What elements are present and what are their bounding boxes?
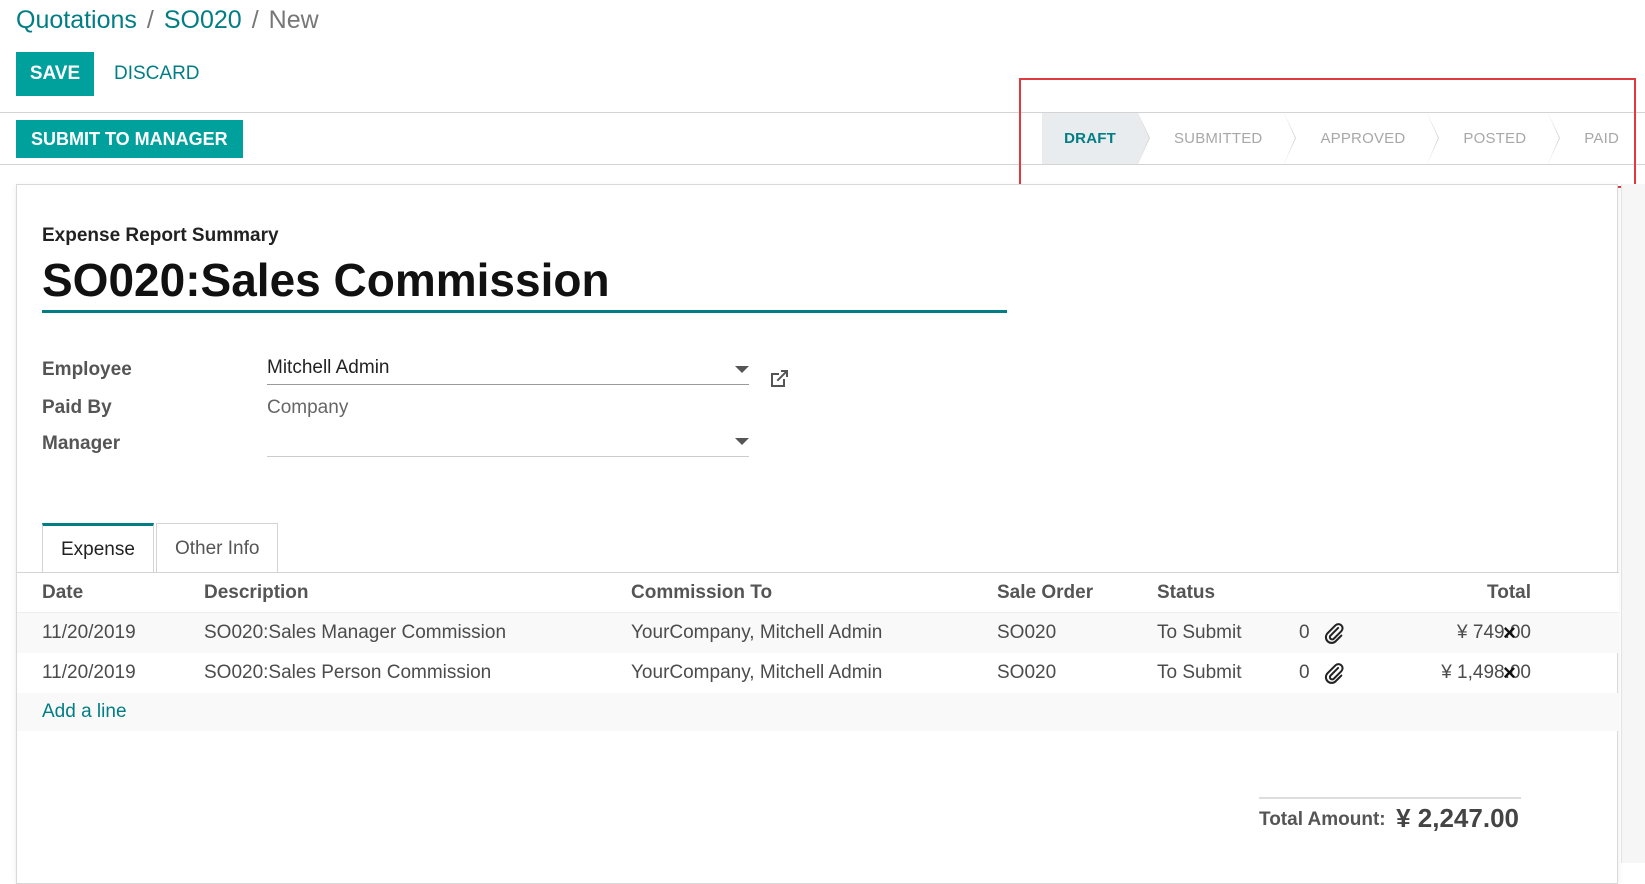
stage-draft[interactable]: DRAFT — [1042, 113, 1150, 164]
table-header: Date Description Commission To Sale Orde… — [17, 573, 1619, 613]
employee-value: Mitchell Admin — [267, 357, 390, 378]
row-status: To Submit — [1157, 622, 1242, 643]
submit-to-manager-button[interactable]: SUBMIT TO MANAGER — [16, 120, 243, 158]
total-amount-value: ¥ 2,247.00 — [1396, 803, 1519, 833]
breadcrumb-current: New — [268, 6, 319, 34]
external-link-icon[interactable] — [767, 367, 791, 391]
column-header-description[interactable]: Description — [204, 573, 309, 613]
employee-label: Employee — [42, 359, 132, 380]
column-header-total[interactable]: Total — [1487, 573, 1531, 613]
column-header-date[interactable]: Date — [42, 573, 83, 613]
stage-label: APPROVED — [1320, 130, 1406, 147]
row-sale-order: SO020 — [997, 662, 1057, 683]
row-description: SO020:Sales Person Commission — [204, 662, 492, 683]
stage-pipeline: DRAFT SUBMITTED APPROVED POSTED PAID — [1042, 113, 1645, 164]
row-commission-to: YourCompany, Mitchell Admin — [631, 622, 883, 643]
add-line-link[interactable]: Add a line — [42, 693, 127, 731]
totals-divider — [1259, 797, 1521, 799]
discard-button[interactable]: DISCARD — [104, 52, 210, 96]
paid-by-value: Company — [267, 397, 349, 418]
notebook-tabs: Expense Other Info — [42, 523, 280, 573]
stage-label: SUBMITTED — [1173, 130, 1263, 147]
delete-row-icon[interactable]: × — [1503, 613, 1516, 653]
total-amount-label: Total Amount: — [1259, 809, 1386, 830]
stage-approved[interactable]: APPROVED — [1284, 113, 1440, 164]
row-description: SO020:Sales Manager Commission — [204, 622, 507, 643]
column-header-status[interactable]: Status — [1157, 573, 1215, 613]
save-button[interactable]: SAVE — [16, 52, 94, 96]
report-title-input[interactable]: SO020:Sales Commission — [42, 251, 1007, 313]
form-sheet: Expense Report Summary SO020:Sales Commi… — [16, 184, 1619, 884]
breadcrumb-quotations[interactable]: Quotations — [16, 6, 137, 34]
row-status: To Submit — [1157, 662, 1242, 683]
delete-row-icon[interactable]: × — [1503, 653, 1516, 693]
paperclip-icon[interactable] — [1323, 622, 1345, 644]
status-bar: SUBMIT TO MANAGER DRAFT SUBMITTED APPROV… — [0, 112, 1645, 165]
breadcrumb-separator: / — [146, 6, 154, 34]
tab-expense[interactable]: Expense — [42, 523, 154, 573]
row-commission-to: YourCompany, Mitchell Admin — [631, 662, 883, 683]
expense-lines-table: Date Description Commission To Sale Orde… — [17, 573, 1619, 731]
breadcrumb-separator: / — [251, 6, 259, 34]
row-attachment-count: 0 — [1299, 662, 1310, 683]
table-row[interactable]: 11/20/2019 SO020:Sales Person Commission… — [17, 653, 1619, 693]
chevron-down-icon[interactable] — [735, 438, 749, 445]
row-total: ¥ 749.00 — [1457, 622, 1531, 643]
stage-paid[interactable]: PAID — [1548, 113, 1645, 164]
chevron-down-icon[interactable] — [735, 366, 749, 373]
paid-by-label: Paid By — [42, 397, 112, 418]
column-header-sale-order[interactable]: Sale Order — [997, 573, 1093, 613]
manager-label: Manager — [42, 433, 121, 454]
stage-posted[interactable]: POSTED — [1427, 113, 1561, 164]
row-date: 11/20/2019 — [42, 622, 136, 643]
scrollbar[interactable] — [1621, 184, 1645, 863]
table-row[interactable]: 11/20/2019 SO020:Sales Manager Commissio… — [17, 613, 1619, 653]
paperclip-icon[interactable] — [1323, 662, 1345, 684]
stage-label: POSTED — [1463, 130, 1527, 147]
stage-submitted[interactable]: SUBMITTED — [1138, 113, 1297, 164]
manager-field[interactable] — [267, 425, 749, 457]
stage-label: DRAFT — [1064, 130, 1116, 147]
breadcrumb-so020[interactable]: SO020 — [164, 6, 242, 34]
stage-label: PAID — [1584, 130, 1619, 147]
tab-other-info[interactable]: Other Info — [155, 523, 279, 573]
row-sale-order: SO020 — [997, 622, 1057, 643]
column-header-commission-to[interactable]: Commission To — [631, 573, 772, 613]
add-line-row: Add a line — [17, 693, 1619, 731]
row-date: 11/20/2019 — [42, 662, 136, 683]
breadcrumb: Quotations / SO020 / New — [16, 6, 319, 35]
summary-label: Expense Report Summary — [42, 225, 279, 246]
row-total: ¥ 1,498.00 — [1441, 662, 1531, 683]
employee-field[interactable]: Mitchell Admin — [267, 353, 749, 385]
row-attachment-count: 0 — [1299, 622, 1310, 643]
